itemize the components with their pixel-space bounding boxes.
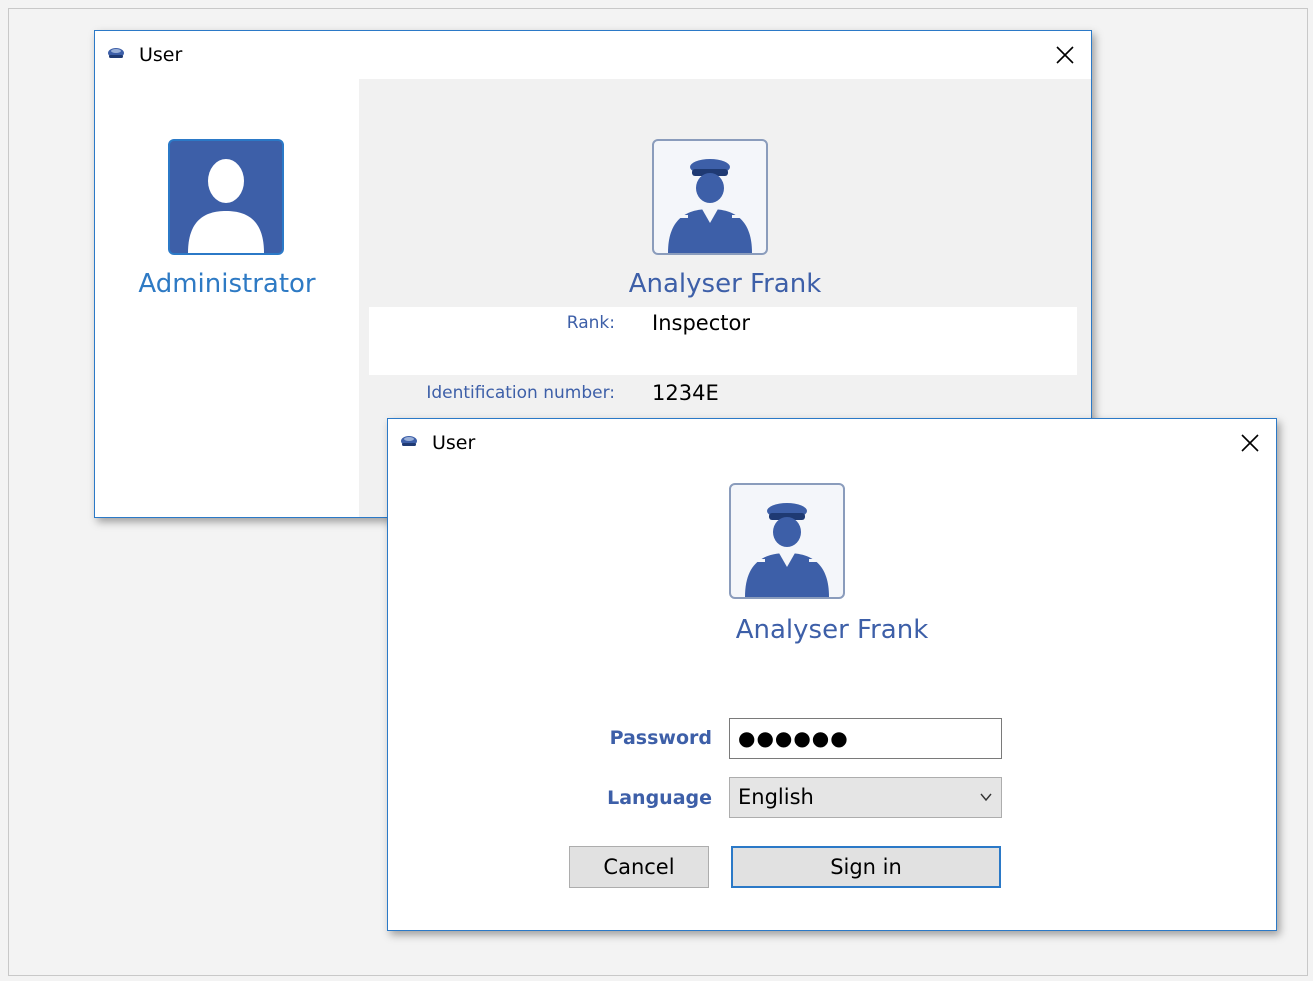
close-button[interactable] (1047, 37, 1083, 73)
sign-in-button[interactable]: Sign in (731, 846, 1001, 888)
profile-name: Analyser Frank (628, 269, 822, 299)
close-icon (1241, 434, 1259, 452)
id-number-value: 1234E (652, 381, 719, 405)
chevron-down-icon (980, 793, 992, 802)
close-button[interactable] (1232, 425, 1268, 461)
cancel-button[interactable]: Cancel (569, 846, 709, 888)
window-title: User (432, 432, 476, 454)
language-select[interactable]: English (729, 777, 1002, 818)
language-label: Language (607, 787, 712, 809)
police-cap-icon (108, 48, 124, 58)
sign-in-window: User Analyser Frank Password ●●●●●● Lang… (387, 418, 1277, 931)
close-icon (1056, 46, 1074, 64)
police-officer-icon (652, 139, 768, 255)
police-officer-icon (729, 483, 845, 599)
password-label: Password (609, 727, 712, 749)
rank-value: Inspector (652, 311, 750, 335)
user-silhouette-icon[interactable] (168, 139, 284, 255)
window-title: User (139, 44, 183, 66)
admin-user-name[interactable]: Administrator (95, 269, 359, 299)
title-bar[interactable]: User (388, 419, 1276, 467)
police-cap-icon (401, 436, 417, 446)
password-input[interactable]: ●●●●●● (729, 718, 1002, 759)
id-number-label: Identification number: (426, 383, 615, 403)
rank-label: Rank: (566, 313, 615, 333)
language-selected-value: English (738, 785, 814, 809)
title-bar[interactable]: User (95, 31, 1091, 79)
user-list-panel: Administrator (95, 79, 359, 517)
profile-name: Analyser Frank (735, 615, 929, 645)
